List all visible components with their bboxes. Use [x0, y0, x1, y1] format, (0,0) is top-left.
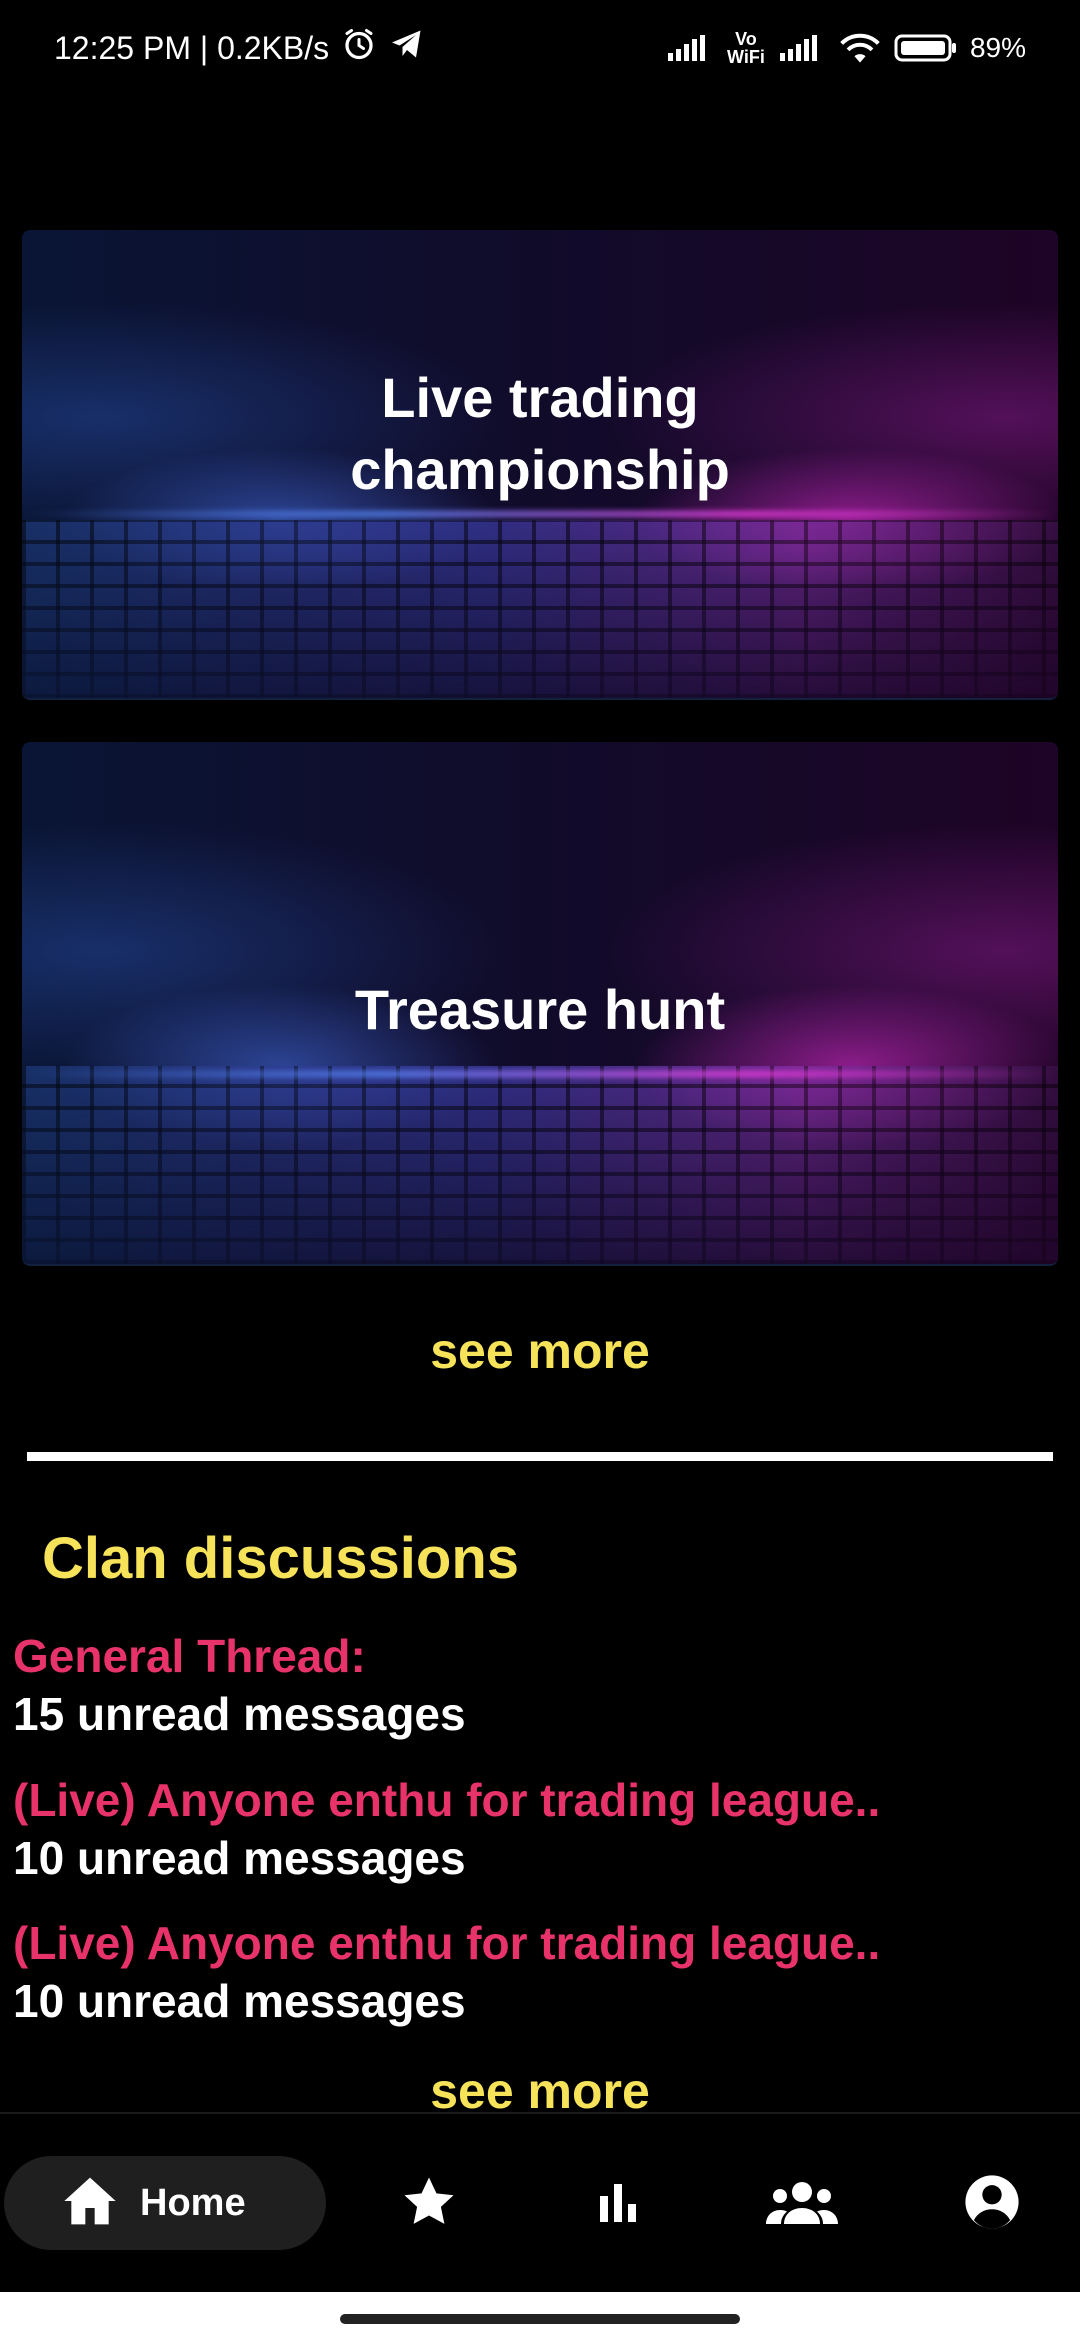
wifi-icon — [838, 31, 882, 65]
signal-icon-2 — [778, 33, 826, 63]
section-divider — [27, 1452, 1053, 1461]
app-screen: 12:25 PM | 0.2KB/s Vo WiFi 89% Live trad… — [0, 0, 1080, 2340]
nav-clan-tab[interactable] — [766, 2174, 838, 2234]
thread-unread-count: 10 unread messages — [13, 1832, 466, 1884]
star-icon — [401, 2174, 457, 2235]
status-time-speed: 12:25 PM | 0.2KB/s — [54, 29, 330, 66]
telegram-icon — [389, 26, 425, 70]
status-bar: 12:25 PM | 0.2KB/s Vo WiFi 89% — [0, 0, 1080, 96]
alarm-icon — [341, 26, 377, 70]
events-see-more-link[interactable]: see more — [0, 1322, 1080, 1380]
clan-discussions-title: Clan discussions — [42, 1526, 520, 1591]
profile-icon — [963, 2173, 1021, 2236]
thread-item[interactable]: (Live) Anyone enthu for trading league..… — [13, 1772, 1073, 1888]
thread-title: General Thread: — [13, 1630, 366, 1682]
clan-icon — [766, 2178, 838, 2231]
signal-icon — [666, 33, 714, 63]
thread-title: (Live) Anyone enthu for trading league.. — [13, 1917, 881, 1969]
event-card-title: Live trading championship — [22, 362, 1058, 506]
system-gesture-bar — [0, 2292, 1080, 2340]
home-icon — [62, 2175, 118, 2232]
bottom-navigation: Home — [0, 2112, 1080, 2294]
card-glow-line — [22, 1070, 1058, 1077]
thread-title: (Live) Anyone enthu for trading league.. — [13, 1774, 881, 1826]
thread-item[interactable]: (Live) Anyone enthu for trading league..… — [13, 1915, 1073, 2031]
event-card-live-trading[interactable]: Live trading championship — [22, 230, 1058, 700]
vowifi-label: Vo WiFi — [727, 29, 765, 67]
card-floor-texture — [22, 520, 1058, 698]
event-card-title: Treasure hunt — [354, 978, 726, 1041]
status-left: 12:25 PM | 0.2KB/s — [54, 26, 425, 70]
battery-icon — [894, 32, 958, 64]
event-title-line-1: Live trading — [381, 366, 699, 429]
leaderboard-icon — [594, 2178, 642, 2231]
nav-profile-tab[interactable] — [962, 2174, 1022, 2234]
battery-percent: 89% — [969, 32, 1026, 63]
event-card-treasure-hunt[interactable]: Treasure hunt — [22, 742, 1058, 1266]
status-right: Vo WiFi 89% — [666, 30, 1026, 66]
card-floor-texture — [22, 1065, 1058, 1264]
thread-item[interactable]: General Thread: 15 unread messages — [13, 1628, 1073, 1744]
thread-unread-count: 10 unread messages — [13, 1975, 466, 2027]
nav-leaderboard-tab[interactable] — [588, 2174, 648, 2234]
thread-unread-count: 15 unread messages — [13, 1688, 466, 1740]
card-glow-line — [22, 510, 1058, 517]
nav-home-tab[interactable]: Home — [4, 2156, 326, 2250]
gesture-handle[interactable] — [340, 2314, 740, 2324]
nav-home-label: Home — [140, 2181, 246, 2224]
vowifi-icon: Vo WiFi — [726, 30, 766, 66]
nav-star-tab[interactable] — [399, 2174, 459, 2234]
event-title-line-2: championship — [350, 438, 730, 501]
